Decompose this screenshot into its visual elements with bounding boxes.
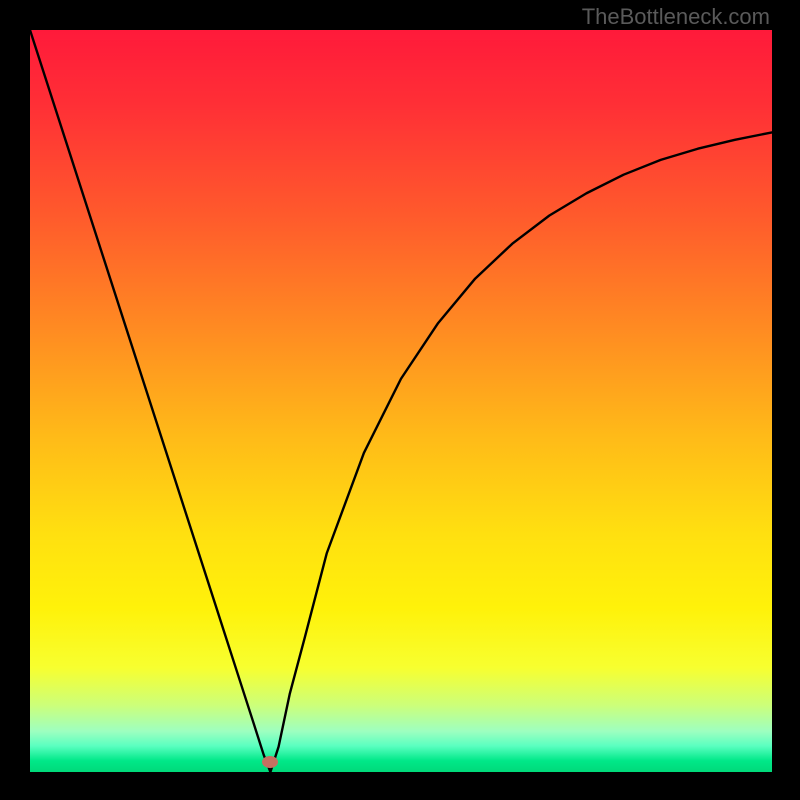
- optimal-point-marker: [262, 756, 278, 768]
- watermark-text: TheBottleneck.com: [582, 4, 770, 30]
- gradient-background: [30, 30, 772, 772]
- chart-container: TheBottleneck.com: [0, 0, 800, 800]
- plot-area: [30, 30, 772, 772]
